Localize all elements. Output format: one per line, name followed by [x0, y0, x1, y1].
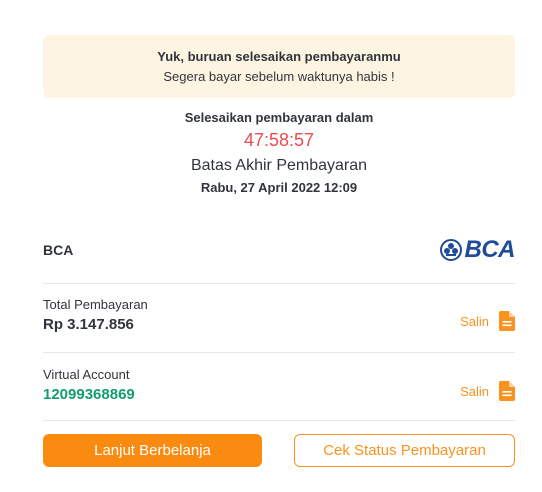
bank-row: BCA BCA: [43, 232, 515, 282]
virtual-account-label: Virtual Account: [43, 367, 130, 382]
document-icon: [499, 311, 515, 331]
bca-logo: BCA: [435, 236, 515, 264]
total-payment-value: Rp 3.147.856: [43, 316, 134, 333]
deadline-value: Rabu, 27 April 2022 12:09: [200, 180, 358, 195]
virtual-account-value: 12099368869: [43, 386, 135, 403]
copy-va-label: Salin: [460, 383, 489, 399]
copy-va-button[interactable]: Salin: [460, 381, 515, 401]
countdown-label: Selesaikan pembayaran dalam: [184, 110, 374, 125]
reminder-subtitle: Segera bayar sebelum waktunya habis !: [163, 69, 395, 84]
divider: [43, 283, 515, 284]
copy-total-button[interactable]: Salin: [460, 311, 515, 331]
deadline-label: Batas Akhir Pembayaran: [190, 157, 368, 174]
divider: [43, 352, 515, 353]
copy-total-label: Salin: [460, 313, 489, 329]
virtual-account-row: Virtual Account 12099368869 Salin: [43, 367, 515, 417]
bca-logo-text: BCA: [464, 236, 516, 263]
continue-shopping-button[interactable]: Lanjut Berbelanja: [43, 434, 262, 467]
check-payment-status-button[interactable]: Cek Status Pembayaran: [294, 434, 515, 467]
reminder-title: Yuk, buruan selesaikan pembayaranmu: [157, 49, 401, 64]
document-icon: [499, 381, 515, 401]
bank-name: BCA: [43, 242, 74, 258]
payment-reminder-banner: Yuk, buruan selesaikan pembayaranmu Sege…: [43, 35, 515, 98]
total-payment-row: Total Pembayaran Rp 3.147.856 Salin: [43, 297, 515, 347]
countdown-timer: 47:58:57: [243, 130, 315, 150]
divider: [43, 420, 515, 421]
bca-emblem-icon: [439, 239, 462, 261]
total-payment-label: Total Pembayaran: [43, 297, 148, 312]
